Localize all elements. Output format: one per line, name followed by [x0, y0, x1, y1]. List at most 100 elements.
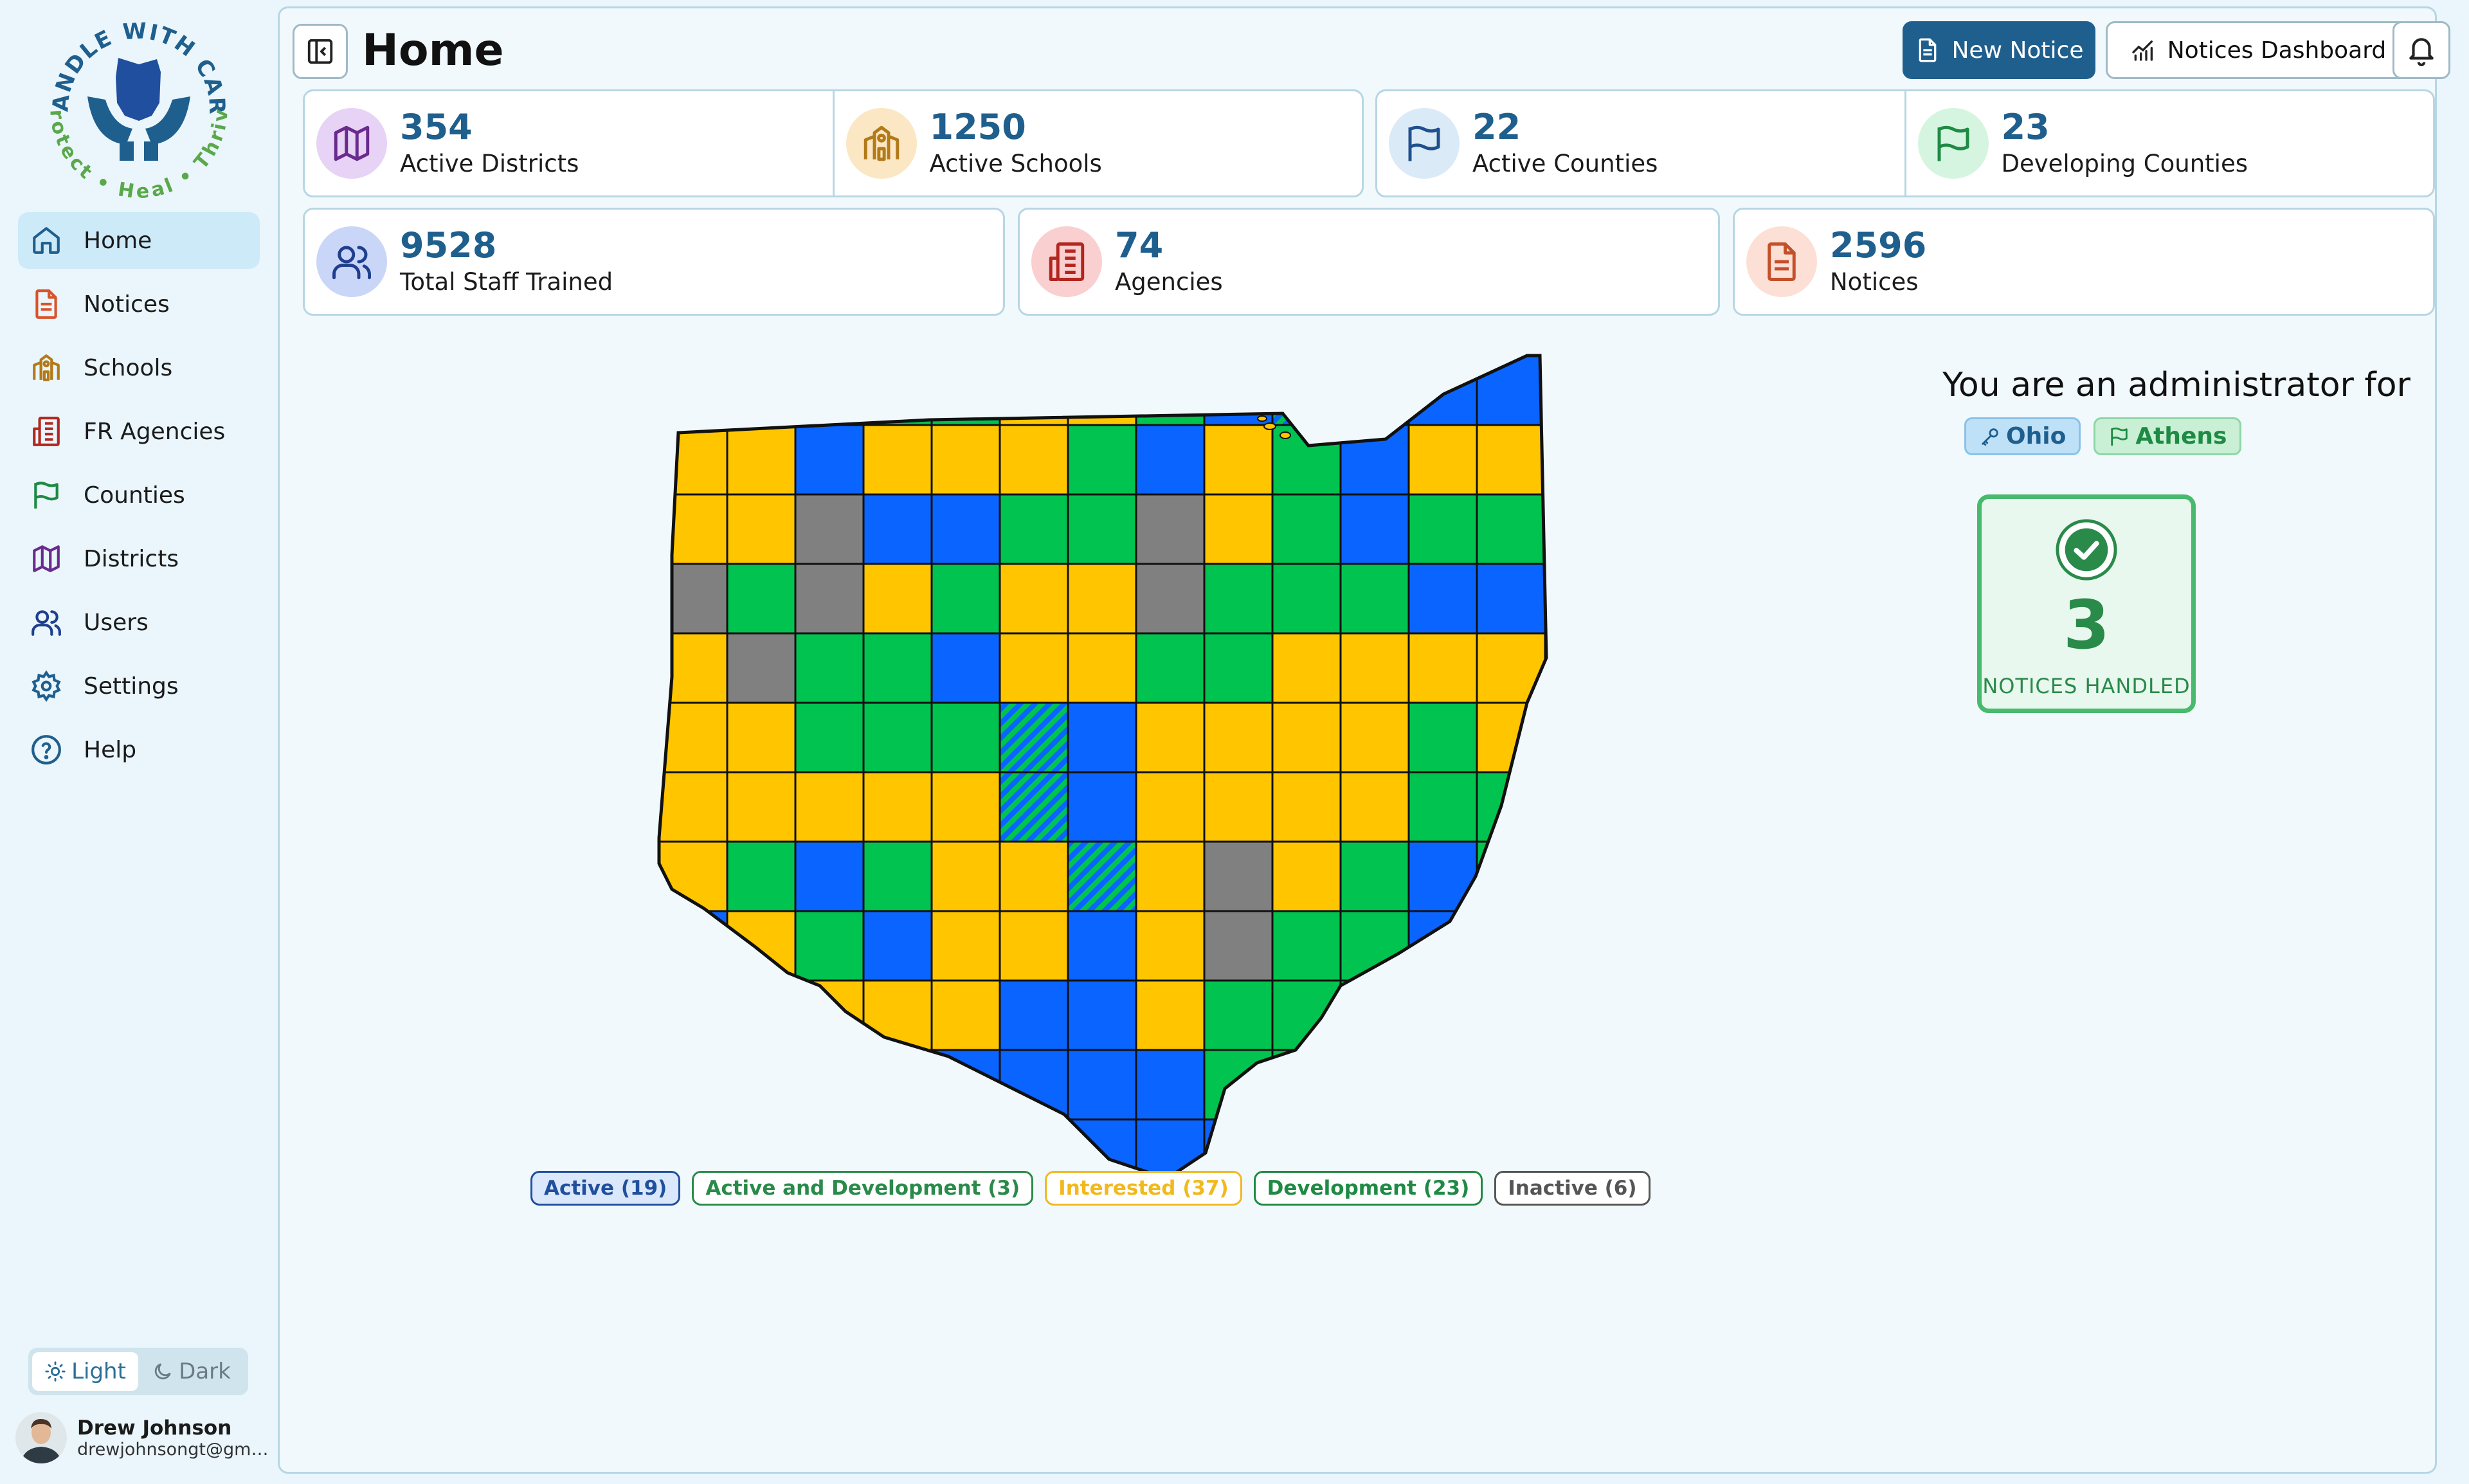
- county-shape[interactable]: [1339, 632, 1410, 704]
- county-shape[interactable]: [1203, 424, 1274, 496]
- county-shape[interactable]: [1067, 632, 1137, 704]
- county-shape[interactable]: [1407, 1049, 1478, 1121]
- county-shape[interactable]: [1339, 1049, 1410, 1121]
- stat-card-notices[interactable]: 2596 Notices: [1733, 208, 2435, 316]
- county-shape[interactable]: [1067, 979, 1137, 1051]
- county-shape[interactable]: [862, 563, 933, 635]
- county-shape[interactable]: [999, 424, 1069, 496]
- county-shape[interactable]: [1203, 840, 1274, 912]
- county-shape[interactable]: [930, 493, 1001, 565]
- sidebar-item-schools[interactable]: Schools: [18, 339, 260, 396]
- sidebar-item-fr-agencies[interactable]: FR Agencies: [18, 403, 260, 460]
- county-shape[interactable]: [1203, 910, 1274, 982]
- county-shape[interactable]: [1271, 979, 1342, 1051]
- county-shape[interactable]: [1271, 563, 1342, 635]
- county-shape[interactable]: [1476, 1049, 1546, 1121]
- county-shape[interactable]: [659, 563, 728, 635]
- sidebar-item-help[interactable]: Help: [18, 721, 260, 778]
- county-shape[interactable]: [726, 356, 797, 426]
- county-shape[interactable]: [930, 632, 1001, 704]
- county-shape[interactable]: [999, 910, 1069, 982]
- county-shape[interactable]: [1203, 632, 1274, 704]
- county-shape[interactable]: [1407, 979, 1478, 1051]
- county-shape[interactable]: [1135, 424, 1206, 496]
- county-shape[interactable]: [726, 771, 797, 843]
- county-shape[interactable]: [1339, 910, 1410, 982]
- county-shape[interactable]: [862, 910, 933, 982]
- county-shape[interactable]: [1135, 563, 1206, 635]
- county-shape[interactable]: [726, 424, 797, 496]
- county-shape[interactable]: [1407, 701, 1478, 774]
- county-shape[interactable]: [1135, 771, 1206, 843]
- county-shape[interactable]: [794, 632, 865, 704]
- county-shape[interactable]: [1407, 910, 1478, 982]
- ohio-county-map[interactable]: [614, 343, 1720, 1204]
- county-shape[interactable]: [930, 424, 1001, 496]
- county-shape[interactable]: [1476, 910, 1546, 982]
- county-shape[interactable]: [1339, 563, 1410, 635]
- admin-tag-ohio[interactable]: Ohio: [1964, 417, 2081, 455]
- county-shape[interactable]: [1476, 563, 1546, 635]
- county-shape[interactable]: [930, 910, 1001, 982]
- sidebar-item-notices[interactable]: Notices: [18, 276, 260, 332]
- county-shape[interactable]: [930, 356, 1001, 426]
- county-shape[interactable]: [726, 979, 797, 1051]
- county-shape[interactable]: [794, 701, 865, 774]
- county-shape[interactable]: [999, 840, 1069, 912]
- county-shape[interactable]: [1476, 840, 1546, 912]
- county-shape[interactable]: [1271, 1049, 1342, 1121]
- county-shape[interactable]: [999, 563, 1069, 635]
- county-grid[interactable]: [659, 356, 1546, 1189]
- county-shape[interactable]: [999, 979, 1069, 1051]
- legend-inactive[interactable]: Inactive (6): [1494, 1171, 1651, 1206]
- county-shape[interactable]: [794, 356, 865, 426]
- county-shape[interactable]: [726, 840, 797, 912]
- county-shape[interactable]: [1407, 771, 1478, 843]
- county-shape[interactable]: [726, 563, 797, 635]
- county-shape[interactable]: [1476, 771, 1546, 843]
- county-shape[interactable]: [862, 771, 933, 843]
- county-shape[interactable]: [1339, 840, 1410, 912]
- theme-dark-button[interactable]: Dark: [138, 1352, 244, 1391]
- county-shape[interactable]: [930, 979, 1001, 1051]
- county-shape[interactable]: [1476, 424, 1546, 496]
- sidebar-item-users[interactable]: Users: [18, 594, 260, 651]
- county-shape[interactable]: [726, 701, 797, 774]
- legend-interested[interactable]: Interested (37): [1045, 1171, 1242, 1206]
- county-shape[interactable]: [1067, 1049, 1137, 1121]
- county-shape[interactable]: [1067, 356, 1137, 426]
- county-shape[interactable]: [1135, 979, 1206, 1051]
- county-shape[interactable]: [930, 563, 1001, 635]
- county-shape[interactable]: [1476, 632, 1546, 704]
- county-shape[interactable]: [794, 563, 865, 635]
- county-shape[interactable]: [794, 910, 865, 982]
- county-shape[interactable]: [659, 771, 728, 843]
- county-shape[interactable]: [794, 424, 865, 496]
- county-shape[interactable]: [862, 632, 933, 704]
- admin-tag-athens[interactable]: Athens: [2094, 417, 2242, 455]
- notices-handled-card[interactable]: 3 NOTICES HANDLED: [1977, 494, 2196, 713]
- stat-active-schools[interactable]: 1250 Active Schools: [835, 91, 1362, 195]
- notices-dashboard-button[interactable]: Notices Dashboard: [2106, 21, 2410, 79]
- county-shape[interactable]: [1271, 840, 1342, 912]
- county-shape[interactable]: [1203, 701, 1274, 774]
- county-shape[interactable]: [862, 840, 933, 912]
- county-shape[interactable]: [1339, 979, 1410, 1051]
- county-shape[interactable]: [1407, 424, 1478, 496]
- county-shape[interactable]: [794, 1049, 865, 1121]
- county-shape[interactable]: [1476, 979, 1546, 1051]
- county-shape[interactable]: [1476, 493, 1546, 565]
- county-shape[interactable]: [659, 424, 728, 496]
- county-shape[interactable]: [1271, 771, 1342, 843]
- county-shape[interactable]: [862, 493, 933, 565]
- county-shape[interactable]: [1203, 771, 1274, 843]
- sidebar-item-counties[interactable]: Counties: [18, 467, 260, 523]
- county-shape[interactable]: [1271, 493, 1342, 565]
- legend-development[interactable]: Development (23): [1253, 1171, 1483, 1206]
- county-shape[interactable]: [1339, 701, 1410, 774]
- county-shape[interactable]: [930, 771, 1001, 843]
- county-shape[interactable]: [1339, 493, 1410, 565]
- county-shape[interactable]: [659, 493, 728, 565]
- collapse-sidebar-button[interactable]: [293, 24, 348, 79]
- county-shape[interactable]: [1203, 979, 1274, 1051]
